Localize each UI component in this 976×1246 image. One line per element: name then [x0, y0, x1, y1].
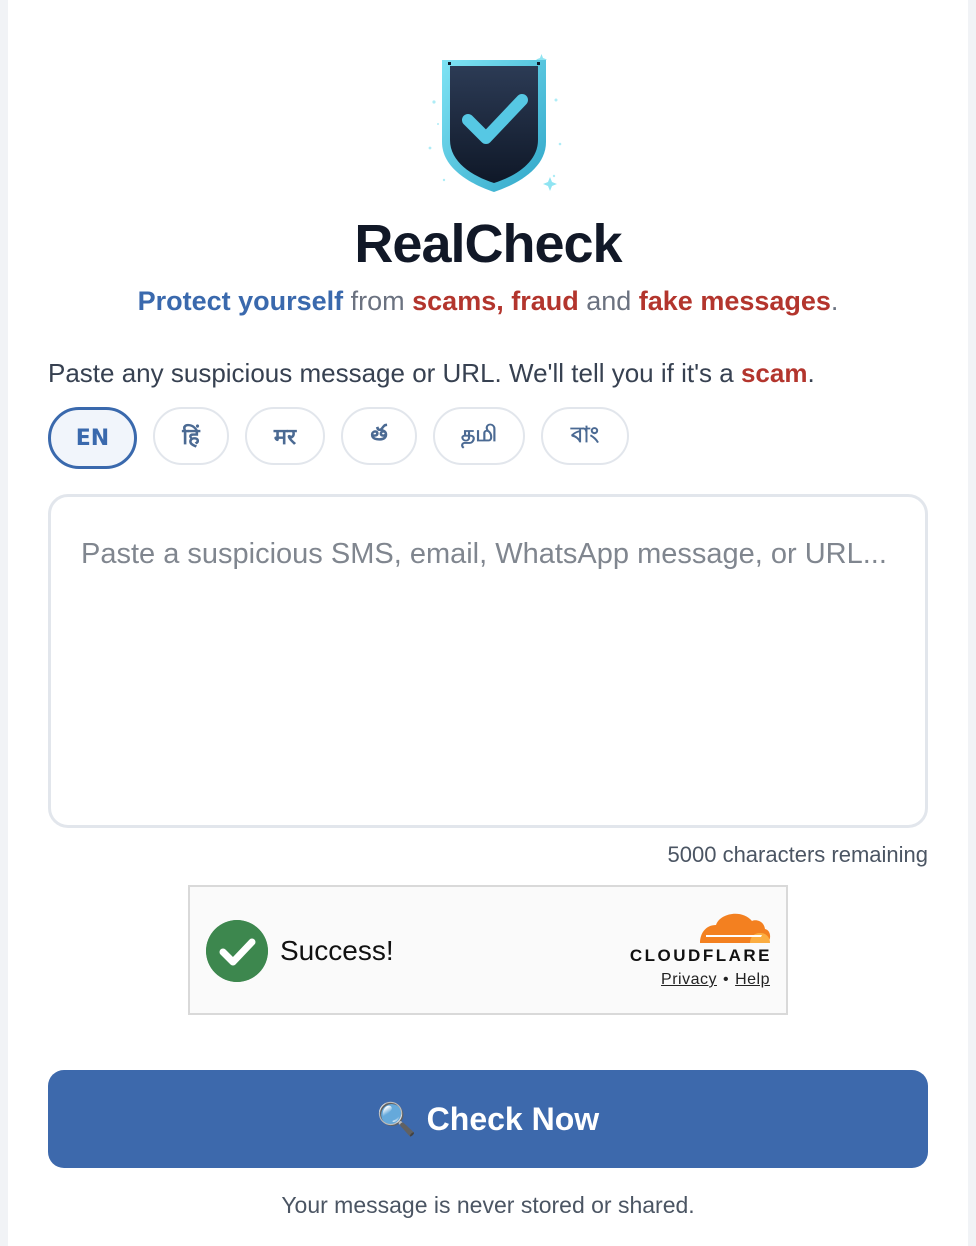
link-separator: • — [722, 971, 730, 988]
language-button-en[interactable]: EN — [48, 407, 137, 469]
tagline: Protect yourself from scams, fraud and f… — [8, 284, 968, 318]
tagline-and: and — [578, 286, 639, 316]
cloudflare-logo-icon — [700, 913, 771, 943]
cloudflare-captcha-widget: Success! CLOUDFLARE Privacy • Help — [188, 885, 788, 1015]
tagline-protect: Protect yourself — [137, 286, 344, 316]
language-button-tamil[interactable]: தமி — [433, 407, 525, 465]
shield-check-logo-icon — [428, 54, 562, 192]
message-input[interactable] — [48, 494, 928, 828]
privacy-note: Your message is never stored or shared. — [281, 1192, 695, 1218]
check-now-label: Check Now — [426, 1100, 600, 1137]
tagline-from: from — [343, 286, 413, 316]
help-link[interactable]: Help — [735, 971, 770, 988]
instructions-scam: scam — [740, 358, 808, 388]
language-button-bengali[interactable]: বাং — [541, 407, 629, 465]
instructions-end: . — [807, 358, 815, 388]
success-check-icon — [206, 920, 268, 982]
captcha-status: Success! — [280, 935, 394, 966]
captcha-links: Privacy • Help — [661, 971, 770, 989]
tagline-period: . — [830, 286, 839, 316]
cloudflare-wordmark: CLOUDFLARE — [629, 946, 772, 965]
instructions-text: Paste any suspicious message or URL. We'… — [48, 358, 741, 388]
check-now-button[interactable]: 🔍 Check Now — [48, 1070, 928, 1168]
page: RealCheck Protect yourself from scams, f… — [8, 0, 968, 1246]
language-button-telugu[interactable]: త — [341, 407, 417, 465]
privacy-link[interactable]: Privacy — [661, 971, 717, 988]
magnifier-icon: 🔍 — [376, 1101, 417, 1137]
tagline-fake-messages: fake messages — [638, 286, 831, 316]
app-title: RealCheck — [354, 214, 622, 274]
language-button-hindi[interactable]: हिं — [153, 407, 229, 465]
tagline-scams: scams, fraud — [412, 286, 579, 316]
instructions: Paste any suspicious message or URL. We'… — [48, 356, 928, 390]
language-button-marathi[interactable]: मर — [245, 407, 325, 465]
character-counter: 5000 characters remaining — [667, 842, 928, 867]
